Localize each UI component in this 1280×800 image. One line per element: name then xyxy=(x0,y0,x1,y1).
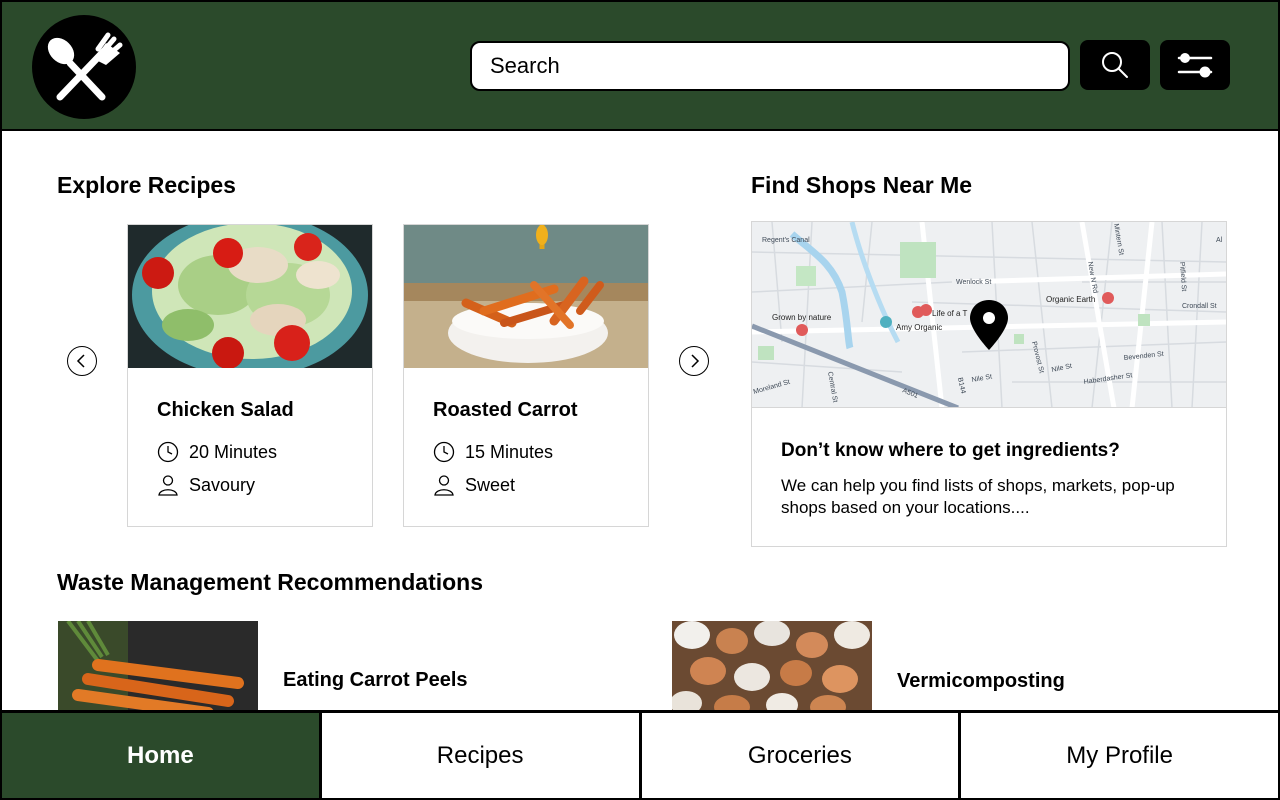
recipe-type: Savoury xyxy=(157,474,255,496)
waste-item-title[interactable]: Eating Carrot Peels xyxy=(283,669,468,692)
shops-description: We can help you find lists of shops, mar… xyxy=(781,476,1175,517)
recipe-card-roasted-carrot[interactable]: Roasted Carrot 15 Minutes Sweet xyxy=(403,224,649,527)
explore-recipes-title: Explore Recipes xyxy=(57,172,236,198)
search-button[interactable] xyxy=(1080,40,1150,90)
chicken-salad-image xyxy=(128,225,372,368)
spoon-fork-logo-icon[interactable] xyxy=(32,15,136,119)
map-shop-label: Life of a T xyxy=(932,309,968,318)
waste-management-title: Waste Management Recommendations xyxy=(57,569,484,595)
bottom-navigation: Home Recipes Groceries My Profile xyxy=(2,710,1278,798)
map-label: Al xyxy=(1216,237,1223,244)
find-shops-card[interactable]: Regent's Canal Wenlock St New N Rd Pitfi… xyxy=(751,221,1227,547)
nav-item-home[interactable]: Home xyxy=(2,713,319,798)
recipe-time: 20 Minutes xyxy=(157,441,277,463)
carousel-prev-button[interactable] xyxy=(67,346,97,376)
person-icon xyxy=(158,475,178,496)
waste-item-title[interactable]: Vermicomposting xyxy=(897,670,1065,693)
recipe-time: 15 Minutes xyxy=(433,441,553,463)
shops-heading: Don’t know where to get ingredients? xyxy=(781,440,1120,461)
person-icon xyxy=(434,475,454,496)
search-input[interactable] xyxy=(470,41,1070,91)
recipe-title: Roasted Carrot xyxy=(433,399,578,421)
map-label: Wenlock St xyxy=(956,279,991,286)
shops-map[interactable]: Regent's Canal Wenlock St New N Rd Pitfi… xyxy=(752,222,1226,408)
map-label: Regent's Canal xyxy=(762,237,810,244)
recipe-title: Chicken Salad xyxy=(157,399,294,421)
clock-icon xyxy=(433,441,455,463)
nav-item-recipes[interactable]: Recipes xyxy=(321,713,639,798)
find-shops-title: Find Shops Near Me xyxy=(751,172,973,198)
recipe-type: Sweet xyxy=(433,474,515,496)
map-label: Crondall St xyxy=(1182,303,1217,310)
recipe-time-label: 20 Minutes xyxy=(189,441,278,462)
chevron-right-icon xyxy=(691,354,700,368)
app-frame: Explore Recipes Ch xyxy=(0,0,1280,800)
carrot-peels-image[interactable] xyxy=(58,621,258,711)
carousel-next-button[interactable] xyxy=(679,346,709,376)
map-shop-label: Amy Organic xyxy=(896,323,942,332)
nav-item-groceries[interactable]: Groceries xyxy=(641,713,959,798)
recipe-type-label: Savoury xyxy=(189,474,256,495)
filter-button[interactable] xyxy=(1160,40,1230,90)
top-header xyxy=(2,2,1278,131)
recipe-time-label: 15 Minutes xyxy=(465,441,554,462)
chevron-left-icon xyxy=(76,354,85,368)
search-icon xyxy=(1102,52,1128,78)
map-shop-label: Organic Earth xyxy=(1046,295,1095,304)
vermicomposting-image[interactable] xyxy=(672,621,872,711)
recipe-type-label: Sweet xyxy=(465,474,516,495)
clock-icon xyxy=(157,441,179,463)
sliders-icon xyxy=(1177,53,1213,78)
map-shop-label: Grown by nature xyxy=(772,313,832,322)
roasted-carrot-image xyxy=(404,225,648,368)
nav-item-my-profile[interactable]: My Profile xyxy=(961,713,1278,798)
recipe-card-chicken-salad[interactable]: Chicken Salad 20 Minutes Savoury xyxy=(127,224,373,527)
